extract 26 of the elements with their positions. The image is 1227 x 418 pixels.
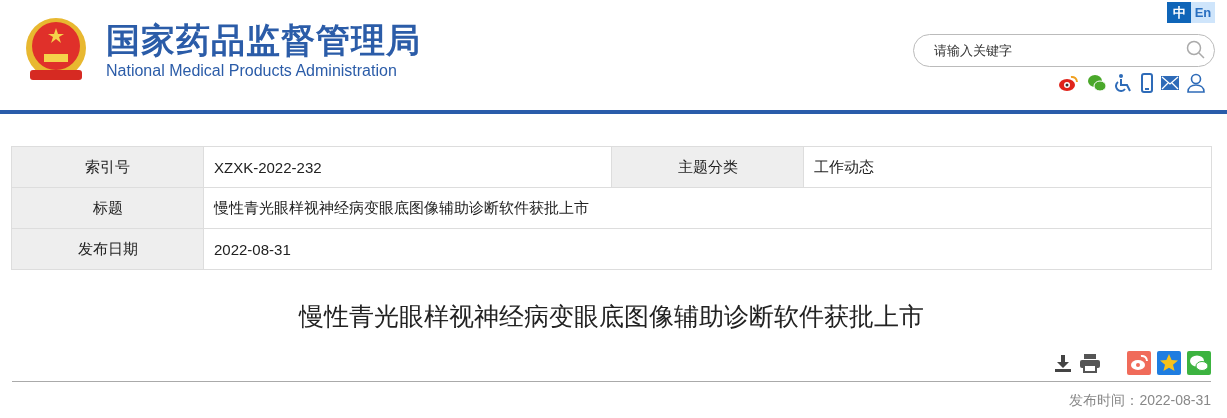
table-label-cell: 发布日期 [12, 229, 204, 270]
table-value-cell: 2022-08-31 [204, 229, 1212, 270]
search-field[interactable]: 请输入关键字 [913, 34, 1215, 67]
table-value-cell: 工作动态 [804, 147, 1212, 188]
accessibility-icon[interactable] [1115, 73, 1133, 93]
table-value-cell: XZXK-2022-232 [204, 147, 612, 188]
article-title: 慢性青光眼样视神经病变眼底图像辅助诊断软件获批上市 [297, 301, 925, 332]
site-subtitle: National Medical Products Administration [106, 62, 398, 80]
table-label-cell: 标题 [12, 188, 204, 229]
weibo-icon[interactable] [1059, 74, 1079, 92]
table-value-cell: 慢性青光眼样视神经病变眼底图像辅助诊断软件获批上市 [204, 188, 1212, 229]
table-label-cell: 主题分类 [612, 147, 804, 188]
mobile-phone-icon[interactable] [1141, 73, 1153, 93]
wechat-icon[interactable] [1087, 74, 1107, 92]
user-icon[interactable] [1187, 73, 1205, 93]
language-tab[interactable]: En [1191, 2, 1215, 23]
star-share-icon[interactable] [1157, 351, 1181, 375]
publish-time: 发布时间：2022-08-31 [1068, 392, 1211, 410]
mail-icon[interactable] [1161, 76, 1179, 90]
table-label-cell: 索引号 [12, 147, 204, 188]
download-icon[interactable] [1053, 353, 1073, 373]
language-tab[interactable]: 中 [1167, 2, 1191, 23]
site-title: 国家药品监督管理局 [106, 20, 421, 60]
print-icon[interactable] [1079, 353, 1101, 373]
weibo-share-icon[interactable] [1127, 351, 1151, 375]
wechat-share-icon[interactable] [1187, 351, 1211, 375]
